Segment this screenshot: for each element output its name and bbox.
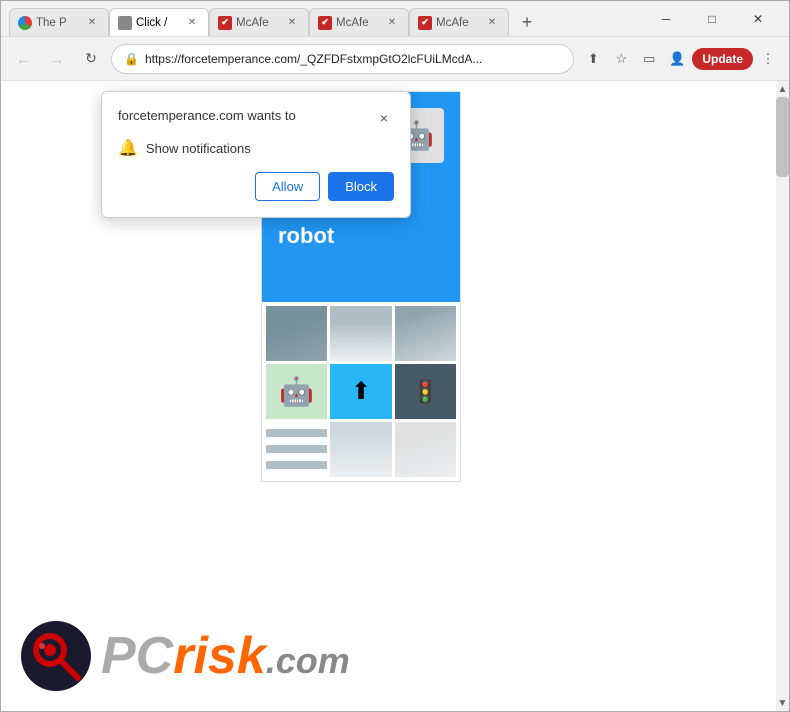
tab-title-5: McAfe — [436, 17, 480, 29]
grid-image-7[interactable] — [266, 422, 327, 477]
title-bar: The P ✕ Click / ✕ ✔ McAfe ✕ ✔ McAfe ✕ ✔ … — [1, 1, 789, 37]
menu-button[interactable]: ⋮ — [755, 46, 781, 72]
popup-header: forcetemperance.com wants to × — [118, 108, 394, 128]
address-bar: ← → ↻ 🔒 https://forcetemperance.com/_QZF… — [1, 37, 789, 81]
popup-item-text: Show notifications — [146, 141, 251, 156]
tab-mcafee-2[interactable]: ✔ McAfe ✕ — [309, 8, 409, 36]
popup-notification-item: 🔔 Show notifications — [118, 138, 394, 158]
grid-image-1[interactable] — [266, 306, 327, 361]
tab-close-5[interactable]: ✕ — [484, 15, 500, 31]
captcha-line5: robot — [278, 223, 334, 248]
scrollbar-thumb[interactable] — [776, 97, 789, 177]
grid-image-3[interactable] — [395, 306, 456, 361]
popup-close-button[interactable]: × — [374, 108, 394, 128]
scrollbar-down-arrow[interactable]: ▼ — [776, 695, 789, 711]
notification-popup: forcetemperance.com wants to × 🔔 Show no… — [101, 91, 411, 218]
back-button[interactable]: ← — [9, 45, 37, 73]
tab-mcafee-1[interactable]: ✔ McAfe ✕ — [209, 8, 309, 36]
tabs-area: The P ✕ Click / ✕ ✔ McAfe ✕ ✔ McAfe ✕ ✔ … — [9, 1, 643, 36]
page-content: forcetemperance.com wants to × 🔔 Show no… — [1, 81, 789, 711]
browser-window: The P ✕ Click / ✕ ✔ McAfe ✕ ✔ McAfe ✕ ✔ … — [0, 0, 790, 712]
scrollbar[interactable]: ▲ ▼ — [776, 81, 789, 711]
scrollbar-up-arrow[interactable]: ▲ — [776, 81, 789, 97]
allow-button[interactable]: Allow — [255, 172, 320, 201]
pcrisk-logo-area: PCrisk.com — [21, 621, 350, 691]
tab-title-1: The P — [36, 17, 80, 29]
pcrisk-text: PCrisk.com — [101, 630, 350, 682]
risk-text: risk — [173, 627, 266, 685]
address-text: https://forcetemperance.com/_QZFDFstxmpG… — [145, 52, 561, 66]
minimize-button[interactable]: ─ — [643, 3, 689, 35]
pcrisk-logo-circle — [21, 621, 91, 691]
tab-favicon-chrome — [18, 16, 32, 30]
window-controls: ─ □ ✕ — [643, 3, 781, 35]
bookmark-button[interactable]: ☆ — [608, 46, 634, 72]
lock-icon: 🔒 — [124, 52, 139, 66]
tab-title-4: McAfe — [336, 17, 380, 29]
forward-button[interactable]: → — [43, 45, 71, 73]
grid-image-4[interactable]: 🤖 — [266, 364, 327, 419]
grid-image-9[interactable] — [395, 422, 456, 477]
com-text: .com — [266, 640, 350, 681]
bell-icon: 🔔 — [118, 138, 138, 158]
tab-close-4[interactable]: ✕ — [384, 15, 400, 31]
tab-favicon-mcafee-2: ✔ — [318, 16, 332, 30]
pc-text: PC — [101, 627, 173, 685]
popup-title: forcetemperance.com wants to — [118, 108, 296, 123]
update-button[interactable]: Update — [692, 48, 753, 70]
address-actions: ⬆ ☆ ▭ 👤 Update ⋮ — [580, 46, 781, 72]
new-tab-button[interactable]: + — [513, 8, 541, 36]
sidebar-button[interactable]: ▭ — [636, 46, 662, 72]
grid-image-5[interactable]: ⬆ — [330, 364, 391, 419]
grid-image-6[interactable]: 🚦 — [395, 364, 456, 419]
tab-title-3: McAfe — [236, 17, 280, 29]
popup-buttons: Allow Block — [118, 172, 394, 201]
tab-title-2: Click / — [136, 17, 180, 29]
close-button[interactable]: ✕ — [735, 3, 781, 35]
profile-button[interactable]: 👤 — [664, 46, 690, 72]
tab-close-3[interactable]: ✕ — [284, 15, 300, 31]
maximize-button[interactable]: □ — [689, 3, 735, 35]
tab-close-2[interactable]: ✕ — [184, 15, 200, 31]
tab-favicon-click — [118, 16, 132, 30]
block-button[interactable]: Block — [328, 172, 394, 201]
grid-image-8[interactable] — [330, 422, 391, 477]
tab-click[interactable]: Click / ✕ — [109, 8, 209, 36]
grid-image-2[interactable] — [330, 306, 391, 361]
tab-close-1[interactable]: ✕ — [84, 15, 100, 31]
tab-favicon-mcafee-1: ✔ — [218, 16, 232, 30]
magnifier-icon — [26, 626, 86, 686]
tab-the[interactable]: The P ✕ — [9, 8, 109, 36]
tab-favicon-mcafee-3: ✔ — [418, 16, 432, 30]
share-button[interactable]: ⬆ — [580, 46, 606, 72]
tab-mcafee-3[interactable]: ✔ McAfe ✕ — [409, 8, 509, 36]
reload-button[interactable]: ↻ — [77, 45, 105, 73]
image-grid: 🤖 ⬆ 🚦 — [262, 302, 460, 481]
address-input[interactable]: 🔒 https://forcetemperance.com/_QZFDFstxm… — [111, 44, 574, 74]
